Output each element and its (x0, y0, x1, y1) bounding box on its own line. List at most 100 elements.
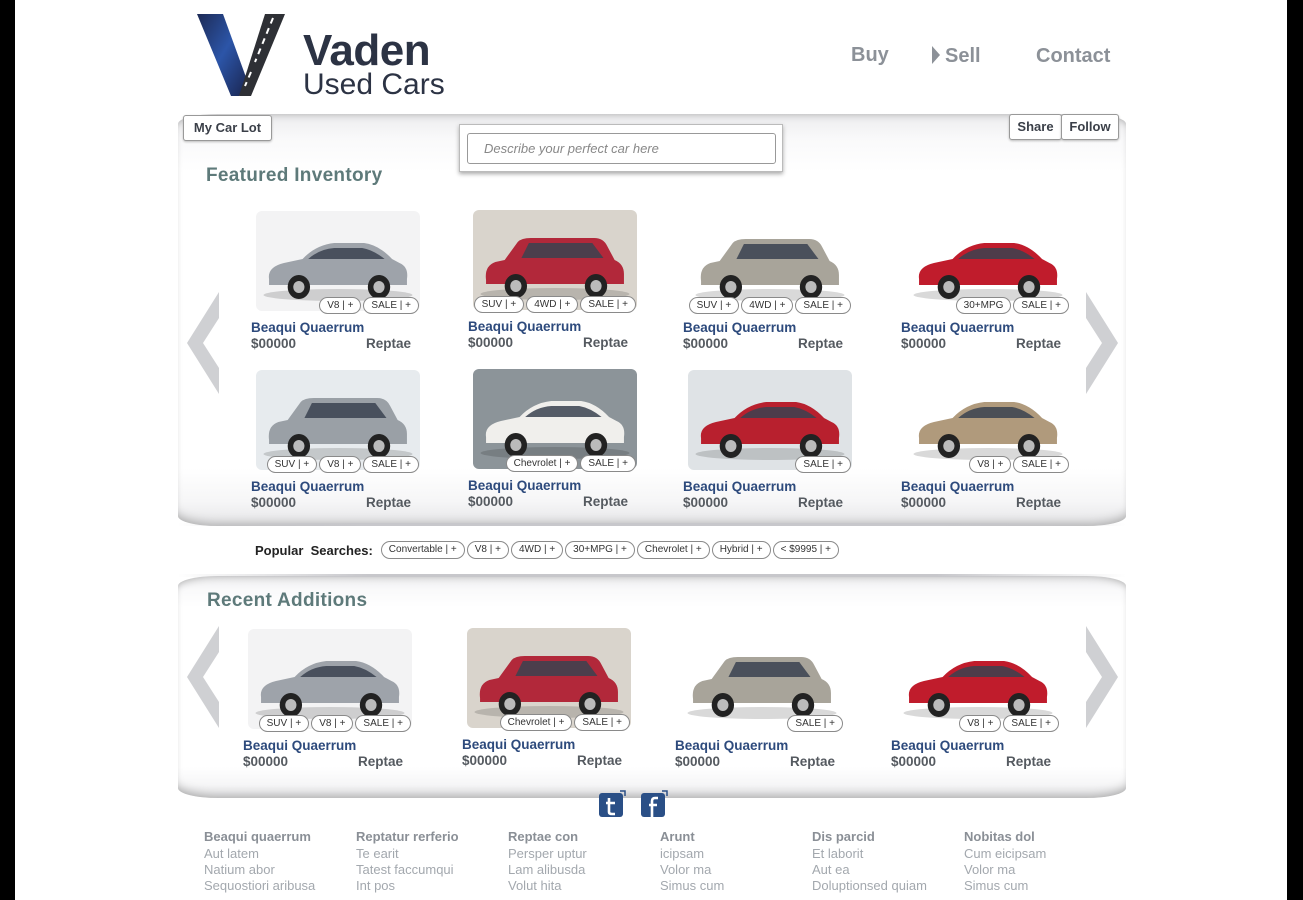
footer-link[interactable]: Tatest faccumqui (356, 862, 459, 878)
nav-contact[interactable]: Contact (1036, 45, 1110, 68)
footer-link[interactable]: Simus cum (964, 878, 1046, 894)
car-name[interactable]: Beaqui Quaerrum (683, 479, 796, 494)
car-tag[interactable]: 4WD | + (741, 297, 794, 314)
footer-link[interactable]: Persper uptur (508, 846, 587, 862)
car-tag[interactable]: V8 | + (969, 456, 1012, 473)
car-photo[interactable] (248, 629, 412, 729)
facebook-icon[interactable] (640, 790, 668, 818)
popular-search-tag[interactable]: 4WD | + (510, 541, 564, 559)
footer-link[interactable]: Sequostiori aribusa (204, 878, 315, 894)
footer-link[interactable]: Int pos (356, 878, 459, 894)
car-photo[interactable] (688, 370, 852, 470)
car-tag[interactable]: SALE | + (1013, 297, 1069, 314)
car-tag[interactable]: SALE | + (355, 715, 411, 732)
car-tag[interactable]: V8 | + (959, 715, 1002, 732)
car-photo[interactable] (473, 369, 637, 469)
car-card[interactable]: V8 | + SALE | + Beaqui Quaerrum $00000 Re… (251, 211, 451, 361)
car-tag[interactable]: SALE | + (1013, 456, 1069, 473)
popular-search-tag[interactable]: Convertable | + (380, 541, 465, 559)
car-photo[interactable] (256, 370, 420, 470)
popular-search-tag[interactable]: Chevrolet | + (636, 541, 710, 559)
footer-link[interactable]: Aut ea (812, 862, 927, 878)
car-card[interactable]: Chevrolet | + SALE | + Beaqui Quaerrum $0… (462, 628, 662, 778)
footer-link[interactable]: icipsam (660, 846, 724, 862)
footer-link[interactable]: Doluptionsed quiam (812, 878, 927, 894)
car-photo[interactable] (680, 629, 844, 729)
car-tag[interactable]: SALE | + (574, 714, 630, 731)
follow-button[interactable]: Follow (1061, 114, 1119, 140)
car-card[interactable]: SUV | + V8 | + SALE | + Beaqui Quaerrum $0… (251, 370, 451, 520)
car-photo[interactable] (467, 628, 631, 728)
car-tag[interactable]: SUV | + (258, 715, 310, 732)
car-name[interactable]: Beaqui Quaerrum (901, 320, 1014, 335)
car-tag[interactable]: V8 | + (319, 297, 362, 314)
car-card[interactable]: SALE | + Beaqui Quaerrum $00000 Reptae (683, 370, 883, 520)
car-card[interactable]: SUV | + V8 | + SALE | + Beaqui Quaerrum $0… (243, 629, 443, 779)
car-name[interactable]: Beaqui Quaerrum (251, 479, 364, 494)
car-tag[interactable]: 4WD | + (526, 296, 579, 313)
car-tag[interactable]: SUV | + (266, 456, 318, 473)
car-tag[interactable]: SALE | + (580, 296, 636, 313)
popular-search-tag[interactable]: Hybrid | + (711, 541, 771, 559)
car-tag[interactable]: SUV | + (688, 297, 740, 314)
popular-search-tag[interactable]: < $9995 | + (772, 541, 840, 559)
footer-link[interactable]: Cum eicipsam (964, 846, 1046, 862)
car-name[interactable]: Beaqui Quaerrum (462, 737, 575, 752)
car-tag[interactable]: 30+MPG (955, 297, 1012, 314)
car-name[interactable]: Beaqui Quaerrum (675, 738, 788, 753)
car-card[interactable]: SALE | + Beaqui Quaerrum $00000 Reptae (675, 629, 875, 779)
chevron-left-icon[interactable] (183, 288, 223, 398)
footer-link[interactable]: Volor ma (660, 862, 724, 878)
footer-link[interactable]: Natium abor (204, 862, 315, 878)
footer-link[interactable]: Volor ma (964, 862, 1046, 878)
car-tag[interactable]: SALE | + (795, 456, 851, 473)
car-tag[interactable]: SALE | + (787, 715, 843, 732)
car-name[interactable]: Beaqui Quaerrum (468, 478, 581, 493)
chevron-left-icon[interactable] (183, 622, 223, 732)
my-car-lot-button[interactable]: My Car Lot (183, 115, 272, 141)
car-tag[interactable]: SALE | + (1003, 715, 1059, 732)
car-name[interactable]: Beaqui Quaerrum (891, 738, 1004, 753)
car-tag[interactable]: SUV | + (473, 296, 525, 313)
popular-search-tag[interactable]: V8 | + (466, 541, 509, 559)
footer-link[interactable]: Lam alibusda (508, 862, 587, 878)
car-photo[interactable] (473, 210, 637, 310)
car-tag[interactable]: SALE | + (580, 455, 636, 472)
car-tag[interactable]: V8 | + (311, 715, 354, 732)
car-name[interactable]: Beaqui Quaerrum (243, 738, 356, 753)
search-input[interactable] (467, 133, 776, 164)
car-photo[interactable] (906, 370, 1070, 470)
car-card[interactable]: V8 | + SALE | + Beaqui Quaerrum $00000 Re… (891, 629, 1091, 779)
car-tag[interactable]: SALE | + (795, 297, 851, 314)
car-card[interactable]: Chevrolet | + SALE | + Beaqui Quaerrum $0… (468, 369, 668, 519)
car-photo[interactable] (896, 629, 1060, 729)
car-card[interactable]: V8 | + SALE | + Beaqui Quaerrum $00000 Re… (901, 370, 1101, 520)
car-tag[interactable]: V8 | + (319, 456, 362, 473)
vaden-logo[interactable] (195, 12, 290, 98)
share-button[interactable]: Share (1009, 114, 1062, 140)
car-photo[interactable] (906, 211, 1070, 311)
popular-search-tag[interactable]: 30+MPG | + (565, 541, 635, 559)
footer-link[interactable]: Simus cum (660, 878, 724, 894)
car-name[interactable]: Beaqui Quaerrum (683, 320, 796, 335)
twitter-icon[interactable] (598, 790, 626, 818)
car-tag[interactable]: Chevrolet | + (499, 714, 573, 731)
car-location: Reptae (583, 494, 629, 509)
footer-link[interactable]: Aut latem (204, 846, 315, 862)
car-card[interactable]: 30+MPG SALE | + Beaqui Quaerrum $00000 Re… (901, 211, 1101, 361)
car-name[interactable]: Beaqui Quaerrum (468, 319, 581, 334)
footer-link[interactable]: Volut hita (508, 878, 587, 894)
car-photo[interactable] (256, 211, 420, 311)
car-tag[interactable]: SALE | + (363, 456, 419, 473)
car-tag[interactable]: SALE | + (363, 297, 419, 314)
footer-link[interactable]: Et laborit (812, 846, 927, 862)
car-name[interactable]: Beaqui Quaerrum (901, 479, 1014, 494)
car-card[interactable]: SUV | +4WD | + SALE | + Beaqui Quaerrum $… (683, 211, 883, 361)
nav-buy[interactable]: Buy (851, 44, 889, 67)
car-tag[interactable]: Chevrolet | + (505, 455, 579, 472)
car-card[interactable]: SUV | +4WD | + SALE | + Beaqui Quaerrum $… (468, 210, 668, 360)
car-name[interactable]: Beaqui Quaerrum (251, 320, 364, 335)
footer-link[interactable]: Te earit (356, 846, 459, 862)
car-photo[interactable] (688, 211, 852, 311)
nav-sell[interactable]: Sell (945, 45, 981, 68)
